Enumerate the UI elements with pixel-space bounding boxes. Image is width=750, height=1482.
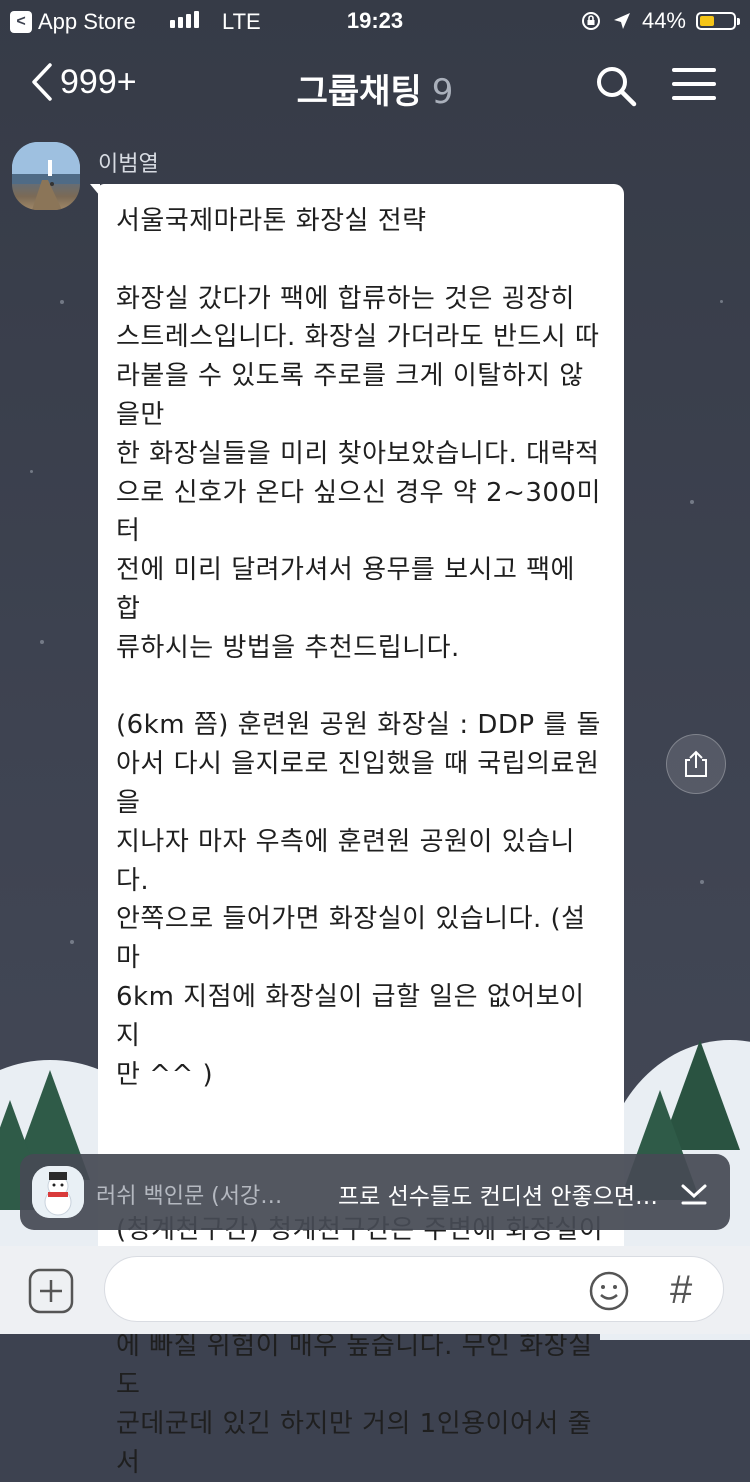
- chat-header: 999+ 그룹채팅 9: [0, 44, 750, 124]
- emoticon-icon[interactable]: [588, 1270, 630, 1312]
- hashtag-search-button[interactable]: #: [670, 1268, 692, 1313]
- snowman-icon: [32, 1166, 84, 1218]
- battery-icon: [696, 12, 740, 30]
- search-icon[interactable]: [594, 64, 638, 108]
- notice-sender: 러쉬 백인문 (서강…: [96, 1184, 283, 1209]
- message-notice-bar[interactable]: 러쉬 백인문 (서강… 프로 선수들도 컨디션 안좋으면…: [20, 1154, 730, 1230]
- notice-avatar: [32, 1166, 84, 1218]
- status-bar: < App Store LTE 19:23 44%: [0, 0, 750, 40]
- chat-title: 그룹채팅: [296, 72, 422, 112]
- input-bar: #: [0, 1246, 750, 1334]
- member-count: 9: [431, 72, 454, 112]
- avatar[interactable]: [12, 142, 80, 210]
- message-bubble[interactable]: 서울국제마라톤 화장실 전략 화장실 갔다가 팩에 합류하는 것은 굉장히 스트…: [90, 184, 624, 1478]
- location-icon: [613, 13, 630, 29]
- rotation-lock-icon: [581, 12, 600, 30]
- battery-percent: 44%: [641, 8, 686, 33]
- message-input[interactable]: [104, 1256, 724, 1322]
- notice-message: 프로 선수들도 컨디션 안좋으면…: [338, 1184, 659, 1210]
- share-icon: [685, 750, 707, 777]
- add-attachment-button[interactable]: [28, 1268, 74, 1314]
- battery-fill: [700, 16, 715, 26]
- share-button[interactable]: [666, 734, 726, 794]
- chevron-down-icon[interactable]: [678, 1176, 710, 1208]
- avatar-photo: [12, 142, 80, 210]
- sender-name: 이범열: [98, 152, 159, 177]
- menu-icon[interactable]: [672, 68, 716, 104]
